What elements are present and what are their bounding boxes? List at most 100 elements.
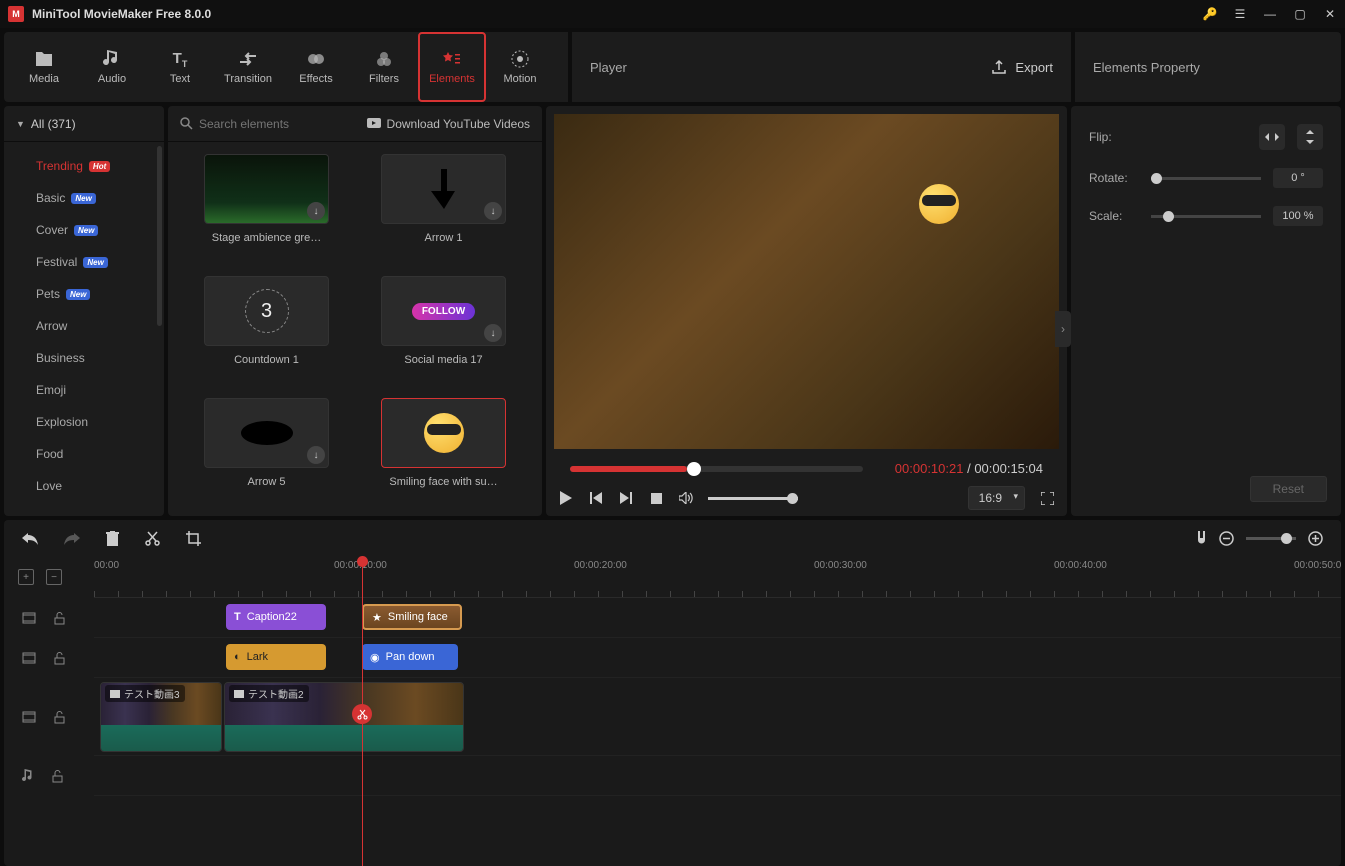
video-track-icon (22, 711, 36, 723)
category-sidebar: ▼ All (371) TrendingHotBasicNewCoverNewF… (4, 106, 164, 516)
add-track-button[interactable]: + (18, 569, 34, 585)
undo-button[interactable] (22, 531, 38, 545)
panel-expand-handle[interactable]: › (1055, 311, 1071, 347)
track-head-audio (4, 756, 94, 796)
tab-motion[interactable]: Motion (486, 32, 554, 102)
reset-button[interactable]: Reset (1250, 476, 1327, 502)
zoom-in-button[interactable] (1308, 531, 1323, 546)
tab-text[interactable]: TTText (146, 32, 214, 102)
remove-track-button[interactable]: − (46, 569, 62, 585)
tab-audio[interactable]: Audio (78, 32, 146, 102)
preview-seek-bar[interactable] (570, 466, 863, 472)
rotate-value[interactable]: 0 ° (1273, 168, 1323, 188)
sidebar-item-food[interactable]: Food (4, 438, 164, 470)
main-toolbar: Media Audio TTText Transition Effects Fi… (4, 32, 1341, 102)
sidebar-item-arrow[interactable]: Arrow (4, 310, 164, 342)
download-icon[interactable]: ↓ (484, 202, 502, 220)
minimize-button[interactable]: — (1263, 7, 1277, 21)
clip-video-1[interactable]: テスト動画3 (100, 682, 222, 752)
unlock-icon[interactable] (52, 770, 63, 783)
track-overlay[interactable]: ◐Lark ◉Pan down (94, 638, 1341, 678)
export-button[interactable]: Export (991, 59, 1053, 75)
scale-value[interactable]: 100 % (1273, 206, 1323, 226)
preview-element-overlay[interactable] (919, 184, 959, 224)
timeline: + − 00:0000:00:10:0000:00:20:0000:00:30:… (4, 556, 1341, 866)
track-head-video (4, 678, 94, 756)
download-icon[interactable]: ↓ (484, 324, 502, 342)
tab-elements[interactable]: Elements (418, 32, 486, 102)
element-item[interactable]: ↓Arrow 1 (365, 154, 522, 260)
clip-caption[interactable]: TCaption22 (226, 604, 326, 630)
sidebar-item-emoji[interactable]: Emoji (4, 374, 164, 406)
snap-button[interactable] (1196, 531, 1207, 546)
tab-transition[interactable]: Transition (214, 32, 282, 102)
download-icon[interactable]: ↓ (307, 202, 325, 220)
text-icon: T (234, 611, 241, 623)
track-audio[interactable] (94, 756, 1341, 796)
volume-slider[interactable] (708, 497, 798, 500)
timeline-ruler[interactable]: 00:0000:00:10:0000:00:20:0000:00:30:0000… (94, 556, 1341, 598)
sidebar-item-festival[interactable]: FestivalNew (4, 246, 164, 278)
preview-viewport[interactable] (554, 114, 1059, 449)
preview-time: 00:00:10:21 / 00:00:15:04 (883, 457, 1055, 480)
close-button[interactable]: ✕ (1323, 7, 1337, 21)
rotate-slider[interactable] (1151, 177, 1261, 180)
key-icon[interactable]: 🔑 (1203, 7, 1217, 21)
prev-frame-button[interactable] (588, 490, 604, 506)
motion-icon: ◉ (370, 651, 380, 664)
tab-media[interactable]: Media (10, 32, 78, 102)
sidebar-item-love[interactable]: Love (4, 470, 164, 502)
sidebar-item-pets[interactable]: PetsNew (4, 278, 164, 310)
play-button[interactable] (558, 490, 574, 506)
maximize-button[interactable]: ▢ (1293, 7, 1307, 21)
preview-panel: › 00:00:10:21 / 00:00:15:04 16:9 (546, 106, 1067, 516)
scale-slider[interactable] (1151, 215, 1261, 218)
sidebar-item-trending[interactable]: TrendingHot (4, 150, 164, 182)
sidebar-item-explosion[interactable]: Explosion (4, 406, 164, 438)
tab-effects[interactable]: Effects (282, 32, 350, 102)
download-youtube-link[interactable]: Download YouTube Videos (367, 117, 530, 131)
fullscreen-button[interactable] (1039, 490, 1055, 506)
element-item[interactable]: Smiling face with su… (365, 398, 522, 504)
split-button[interactable] (145, 531, 160, 546)
element-item[interactable]: ↓Arrow 5 (188, 398, 345, 504)
unlock-icon[interactable] (54, 652, 65, 665)
sidebar-header[interactable]: ▼ All (371) (4, 106, 164, 142)
clip-lark[interactable]: ◐Lark (226, 644, 326, 670)
clip-video-2[interactable]: テスト動画2 (224, 682, 464, 752)
tab-filters[interactable]: Filters (350, 32, 418, 102)
zoom-out-button[interactable] (1219, 531, 1234, 546)
element-item[interactable]: FOLLOW↓Social media 17 (365, 276, 522, 382)
track-elements[interactable]: TCaption22 ★Smiling face (94, 598, 1341, 638)
search-input-wrap[interactable] (180, 117, 367, 131)
sidebar-scrollbar[interactable] (157, 146, 162, 326)
app-logo: M (8, 6, 24, 22)
sidebar-item-cover[interactable]: CoverNew (4, 214, 164, 246)
download-icon[interactable]: ↓ (307, 446, 325, 464)
delete-button[interactable] (106, 531, 119, 546)
flip-label: Flip: (1089, 130, 1139, 144)
stop-button[interactable] (648, 490, 664, 506)
properties-header: Elements Property (1093, 60, 1200, 75)
element-item[interactable]: 3Countdown 1 (188, 276, 345, 382)
flip-vertical-button[interactable] (1297, 124, 1323, 150)
clip-element[interactable]: ★Smiling face (362, 604, 462, 630)
crop-button[interactable] (186, 531, 201, 546)
next-frame-button[interactable] (618, 490, 634, 506)
hamburger-icon[interactable]: ☰ (1233, 7, 1247, 21)
unlock-icon[interactable] (54, 612, 65, 625)
track-video[interactable]: テスト動画3 テスト動画2 (94, 678, 1341, 756)
sidebar-item-basic[interactable]: BasicNew (4, 182, 164, 214)
zoom-slider[interactable] (1246, 537, 1296, 540)
clip-pan[interactable]: ◉Pan down (362, 644, 458, 670)
element-item[interactable]: ↓Stage ambience gre… (188, 154, 345, 260)
flip-horizontal-button[interactable] (1259, 124, 1285, 150)
aspect-ratio-select[interactable]: 16:9 (968, 486, 1025, 510)
playhead[interactable] (362, 556, 363, 866)
chevron-down-icon: ▼ (16, 119, 25, 129)
volume-icon[interactable] (678, 490, 694, 506)
search-input[interactable] (199, 117, 329, 131)
redo-button[interactable] (64, 531, 80, 545)
unlock-icon[interactable] (54, 711, 65, 724)
sidebar-item-business[interactable]: Business (4, 342, 164, 374)
